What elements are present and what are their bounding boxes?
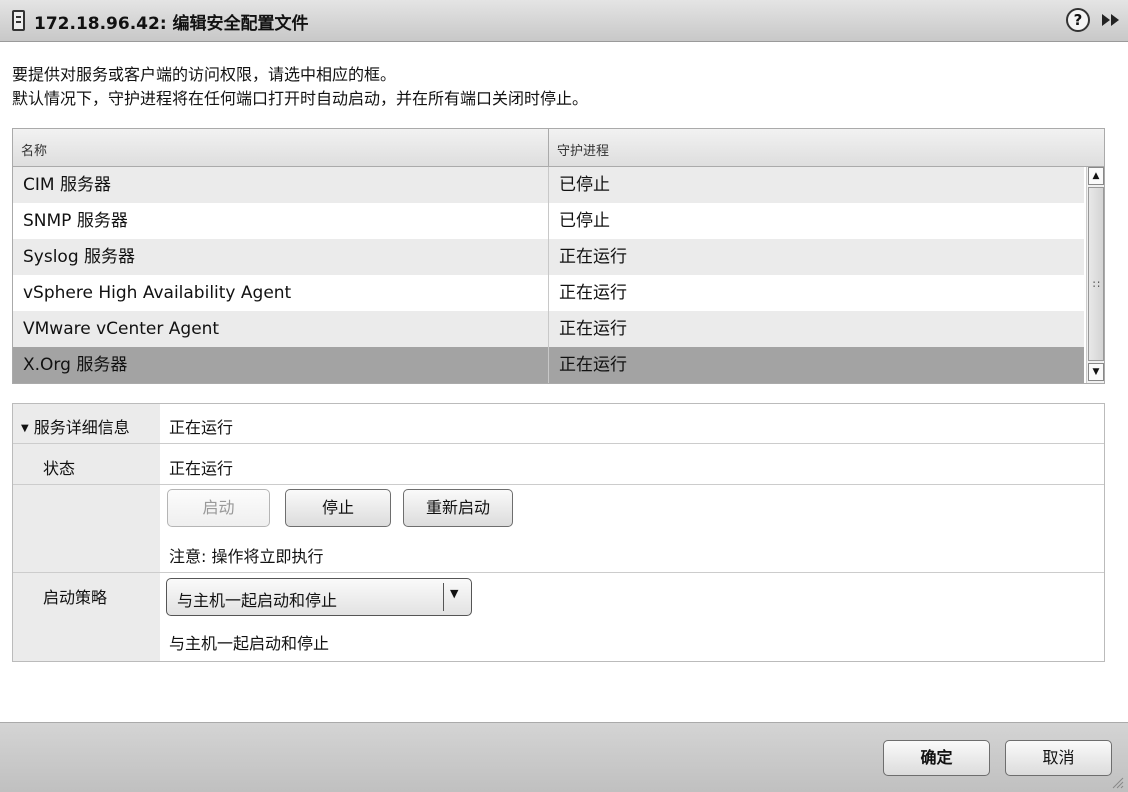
table-header: 名称 守护进程 <box>13 129 1104 167</box>
table-body: CIM 服务器 已停止 SNMP 服务器 已停止 Syslog 服务器 正在运行… <box>13 167 1084 383</box>
cell-divider <box>548 311 549 347</box>
cell-divider <box>548 239 549 275</box>
ok-button[interactable]: 确定 <box>883 740 990 776</box>
details-header-value: 正在运行 <box>169 418 234 437</box>
service-name: Syslog 服务器 <box>23 247 136 267</box>
execution-note: 注意: 操作将立即执行 <box>169 547 324 566</box>
description: 要提供对服务或客户端的访问权限，请选中相应的框。 默认情况下，守护进程将在任何端… <box>12 63 588 111</box>
scroll-thumb[interactable]: ∷ <box>1088 187 1104 361</box>
service-name: X.Org 服务器 <box>23 355 128 375</box>
service-details-panel: ▼ 服务详细信息 正在运行 状态 正在运行 启动 停止 重新启动 注意: 操作将… <box>12 403 1105 662</box>
scroll-down-icon[interactable]: ▼ <box>1088 363 1104 381</box>
title-bar: 172.18.96.42: 编辑安全配置文件 ? <box>0 0 1128 42</box>
table-row[interactable]: vSphere High Availability Agent 正在运行 <box>13 275 1084 311</box>
grip-icon: ∷ <box>1093 278 1100 291</box>
column-header-daemon[interactable]: 守护进程 <box>557 140 609 159</box>
startup-policy-select[interactable]: 与主机一起启动和停止 ▼ <box>166 578 472 616</box>
startup-policy-label: 启动策略 <box>43 588 108 607</box>
details-header-label: 服务详细信息 <box>33 418 130 437</box>
table-row[interactable]: VMware vCenter Agent 正在运行 <box>13 311 1084 347</box>
service-name: vSphere High Availability Agent <box>23 283 292 303</box>
status-label: 状态 <box>43 459 76 478</box>
dialog-footer: 确定 取消 <box>0 722 1128 792</box>
cancel-button[interactable]: 取消 <box>1005 740 1112 776</box>
divider <box>13 572 1104 573</box>
column-header-name[interactable]: 名称 <box>21 140 47 159</box>
select-divider <box>443 583 444 611</box>
service-status: 已停止 <box>559 175 610 195</box>
host-icon <box>12 10 25 31</box>
resize-grip-icon[interactable] <box>1110 775 1124 789</box>
service-status: 已停止 <box>559 211 610 231</box>
column-divider[interactable] <box>548 129 549 166</box>
help-icon[interactable]: ? <box>1066 8 1090 32</box>
description-line-1: 要提供对服务或客户端的访问权限，请选中相应的框。 <box>12 65 397 84</box>
cell-divider <box>548 347 549 383</box>
divider <box>13 443 1104 444</box>
description-line-2: 默认情况下，守护进程将在任何端口打开时自动启动，并在所有端口关闭时停止。 <box>12 89 589 108</box>
table-row-selected[interactable]: X.Org 服务器 正在运行 <box>13 347 1084 383</box>
service-name: SNMP 服务器 <box>23 211 128 231</box>
expand-icon[interactable] <box>1100 10 1122 30</box>
scroll-up-icon[interactable]: ▲ <box>1088 167 1104 185</box>
chevron-down-icon[interactable]: ▼ <box>450 587 458 600</box>
service-status: 正在运行 <box>559 355 627 375</box>
collapse-arrow-icon[interactable]: ▼ <box>21 423 29 434</box>
restart-button[interactable]: 重新启动 <box>403 489 513 527</box>
service-status: 正在运行 <box>559 247 627 267</box>
divider <box>13 484 1104 485</box>
service-status: 正在运行 <box>559 319 627 339</box>
stop-button[interactable]: 停止 <box>285 489 391 527</box>
table-row[interactable]: CIM 服务器 已停止 <box>13 167 1084 203</box>
startup-policy-description: 与主机一起启动和停止 <box>169 634 330 653</box>
window-title: 172.18.96.42: 编辑安全配置文件 <box>34 14 309 34</box>
cell-divider <box>548 275 549 311</box>
services-table: 名称 守护进程 CIM 服务器 已停止 SNMP 服务器 已停止 Syslog … <box>12 128 1105 384</box>
service-name: CIM 服务器 <box>23 175 111 195</box>
table-row[interactable]: SNMP 服务器 已停止 <box>13 203 1084 239</box>
table-row[interactable]: Syslog 服务器 正在运行 <box>13 239 1084 275</box>
service-name: VMware vCenter Agent <box>23 319 220 339</box>
details-header[interactable]: ▼ 服务详细信息 <box>21 414 130 438</box>
status-value: 正在运行 <box>169 459 234 478</box>
cell-divider <box>548 203 549 239</box>
start-button[interactable]: 启动 <box>167 489 270 527</box>
cell-divider <box>548 167 549 203</box>
service-status: 正在运行 <box>559 283 627 303</box>
table-scrollbar[interactable]: ▲ ∷ ▼ <box>1086 167 1104 383</box>
startup-policy-value: 与主机一起启动和停止 <box>177 591 338 610</box>
